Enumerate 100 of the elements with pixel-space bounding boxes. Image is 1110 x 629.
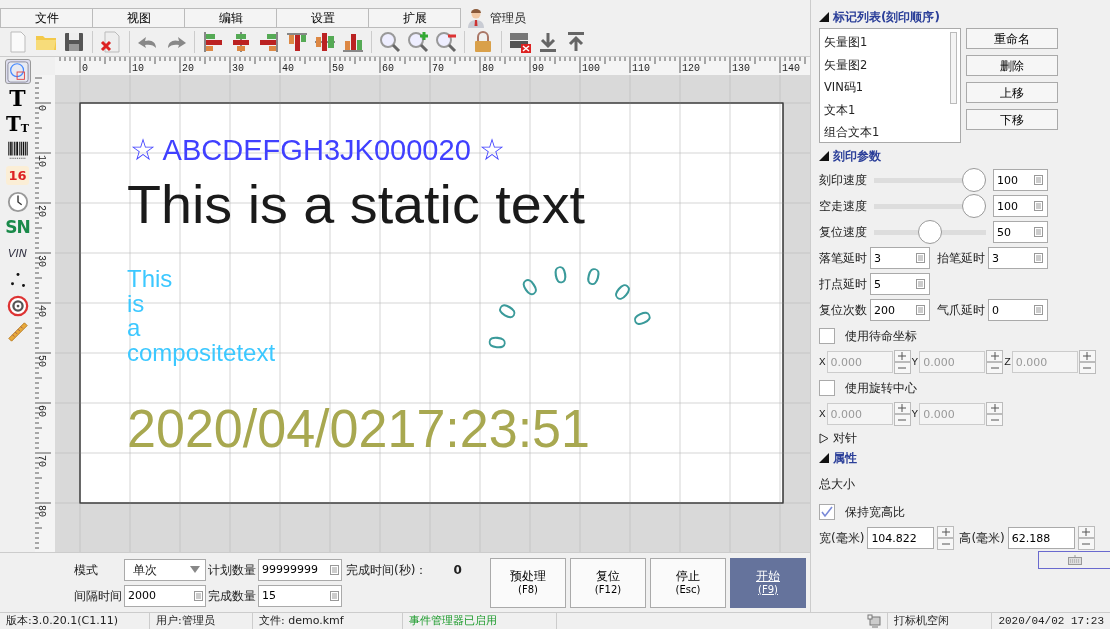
list-button[interactable]: 上移 (966, 82, 1058, 103)
number-field[interactable]: 5 (870, 273, 930, 295)
field-label: 空走速度 (819, 198, 867, 215)
action-button[interactable]: 预处理 (F8) (490, 557, 566, 608)
minus-icon (990, 364, 999, 372)
increment-button[interactable] (1078, 350, 1096, 362)
ruler-label: 80 (482, 63, 494, 74)
file-delete-icon[interactable] (99, 30, 123, 54)
action-button[interactable]: 开始 (F9) (730, 557, 806, 608)
list-button[interactable]: 重命名 (966, 28, 1058, 49)
number-field[interactable]: 3 (988, 247, 1048, 269)
decrement-button[interactable] (893, 362, 911, 374)
checkbox[interactable] (819, 328, 835, 344)
slider-thumb[interactable] (962, 168, 986, 192)
increment-button[interactable] (986, 350, 1004, 362)
number-field[interactable]: 3 (870, 247, 930, 269)
axis-label: Z (1004, 354, 1011, 370)
ruler-label: 30 (232, 63, 244, 74)
number-field[interactable]: 62.188 (1007, 527, 1075, 549)
collapsed-icon[interactable] (819, 432, 829, 444)
increment-button[interactable] (937, 526, 955, 538)
ruler-label: 60 (382, 63, 394, 74)
list-button[interactable]: 下移 (966, 109, 1058, 130)
field-value: 0 (453, 561, 462, 579)
align-left-icon[interactable] (201, 30, 225, 54)
keypad-icon (916, 305, 925, 315)
list-item[interactable]: 矢量图2 (820, 53, 960, 76)
expanded-icon[interactable] (819, 151, 829, 161)
zoom-in-icon[interactable] (406, 30, 430, 54)
number-field[interactable]: 2000 (124, 584, 206, 607)
decrement-button[interactable] (937, 538, 955, 550)
menu-tab[interactable]: 设置 (276, 8, 369, 28)
slider-thumb[interactable] (962, 194, 986, 218)
checkbox[interactable] (819, 380, 835, 396)
number-field[interactable]: 200 (870, 299, 930, 321)
scrollbar-thumb[interactable] (950, 32, 957, 104)
number-field[interactable]: 0 (988, 299, 1048, 321)
list-item[interactable]: VIN码1 (820, 76, 960, 99)
text-tool-button[interactable]: T (4, 85, 31, 110)
keypad-icon (916, 253, 925, 263)
expanded-icon[interactable] (819, 453, 829, 463)
list-item[interactable]: 文本1 (820, 98, 960, 121)
number-field[interactable]: 100 (993, 195, 1048, 217)
list-item[interactable]: 矢量图1 (820, 31, 960, 54)
list-item[interactable]: 组合文本1 (820, 121, 960, 144)
canvas-text[interactable]: ☆ ABCDEFGH3JK000020 ☆ (130, 133, 518, 166)
axis-label: Y (911, 406, 919, 422)
action-button[interactable]: 停止 (Esc) (650, 557, 726, 608)
number-field[interactable]: 100 (993, 169, 1048, 191)
canvas-text[interactable]: This is a static text (127, 174, 572, 234)
device-remove-icon[interactable] (508, 30, 532, 54)
decrement-button[interactable] (893, 414, 911, 426)
plus-icon (990, 352, 999, 360)
date-tool-button[interactable]: 16 (4, 163, 31, 188)
action-button[interactable]: 复位 (F12) (570, 557, 646, 608)
vin-tool-button[interactable]: VIN (4, 241, 31, 266)
field-label: 落笔延时 (819, 250, 867, 267)
align-middle-icon[interactable] (313, 30, 337, 54)
keyboard-icon (1067, 555, 1082, 565)
menu-tab[interactable]: 文件 (0, 8, 93, 28)
search-icon[interactable] (378, 30, 402, 54)
multitext-tool-button[interactable]: TT (4, 111, 31, 136)
list-button[interactable]: 删除 (966, 55, 1058, 76)
decrement-button[interactable] (986, 362, 1004, 374)
increment-button[interactable] (1077, 526, 1095, 538)
target-icon (6, 294, 29, 317)
keyboard-button[interactable] (1038, 551, 1110, 569)
number-field[interactable]: 50 (993, 221, 1048, 243)
section-title: 属性 (833, 450, 857, 467)
menu-tab[interactable]: 视图 (92, 8, 185, 28)
increment-button[interactable] (893, 350, 911, 362)
checkbox[interactable] (819, 504, 835, 520)
decrement-button[interactable] (1077, 538, 1095, 550)
minus-icon (898, 416, 907, 424)
keypad-icon (1034, 227, 1043, 237)
mode-dropdown[interactable]: 单次 (124, 558, 206, 581)
keypad-icon (1034, 175, 1043, 185)
number-field[interactable]: 15 (258, 584, 342, 607)
increment-button[interactable] (986, 402, 1004, 414)
align-right-icon[interactable] (257, 30, 281, 54)
minus-icon (898, 364, 907, 372)
number-field[interactable]: 99999999 (258, 558, 342, 581)
plus-icon (990, 404, 999, 412)
expanded-icon[interactable] (819, 12, 829, 22)
number-field[interactable]: 104.822 (867, 527, 935, 549)
keypad-icon (916, 279, 925, 289)
keypad-icon (1034, 305, 1043, 315)
field-label: 计划数量 (208, 561, 257, 579)
align-top-icon[interactable] (285, 30, 309, 54)
slider-thumb[interactable] (918, 220, 942, 244)
save-icon[interactable] (62, 30, 86, 54)
decrement-button[interactable] (1078, 362, 1096, 374)
serial-tool-button[interactable]: SN (4, 215, 31, 240)
decrement-button[interactable] (986, 414, 1004, 426)
select-tool-button[interactable] (4, 59, 31, 84)
menu-tab[interactable]: 编辑 (184, 8, 277, 28)
menu-tab[interactable]: 扩展 (368, 8, 461, 28)
zoom-out-icon[interactable] (434, 30, 458, 54)
ruler-label: 0 (36, 105, 47, 111)
increment-button[interactable] (893, 402, 911, 414)
